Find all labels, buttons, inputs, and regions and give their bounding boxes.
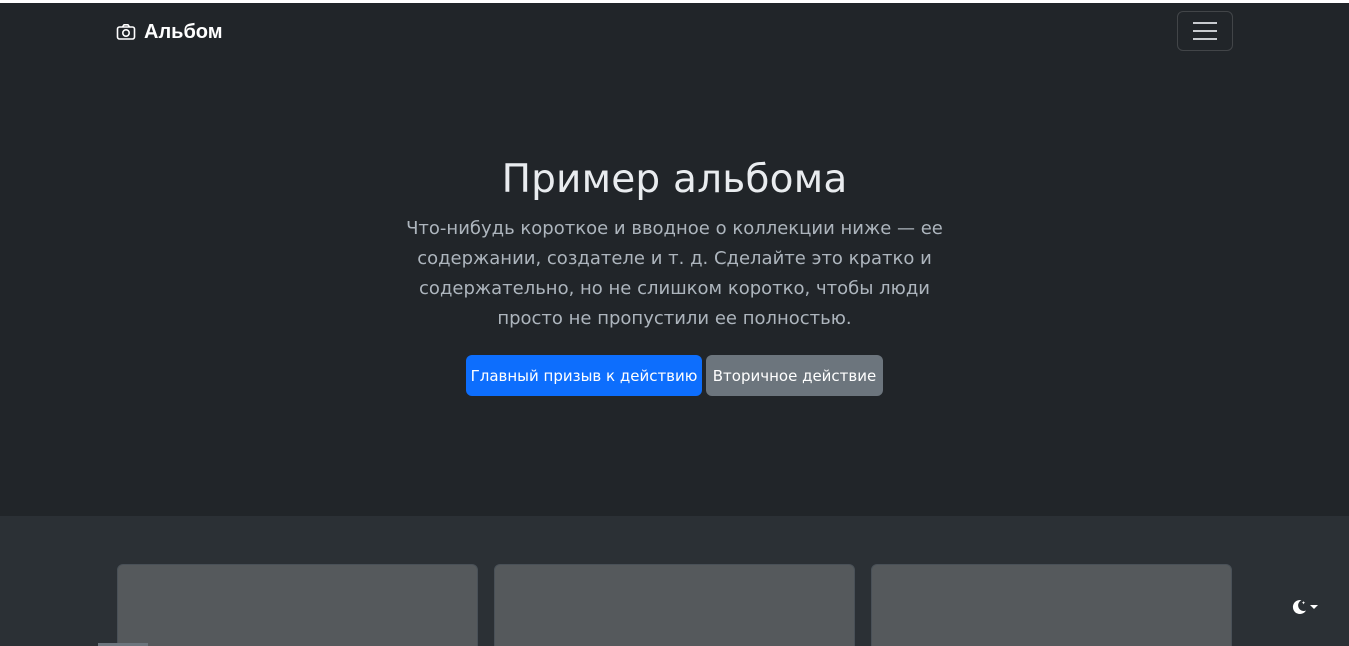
navbar-brand[interactable]: Альбом — [116, 20, 223, 44]
page: Альбом Пример альбома Что-нибудь коротко… — [0, 0, 1349, 646]
album-section — [0, 516, 1349, 646]
hero-title: Пример альбома — [501, 157, 848, 202]
secondary-action-button[interactable]: Вторичное действие — [706, 355, 883, 396]
album-card[interactable] — [117, 564, 478, 646]
chevron-down-icon — [1310, 605, 1318, 609]
brand-label: Альбом — [144, 21, 223, 43]
navbar: Альбом — [0, 3, 1349, 59]
album-card[interactable] — [871, 564, 1232, 646]
theme-toggle-button[interactable] — [1290, 596, 1324, 618]
camera-icon — [116, 24, 136, 40]
hero-section: Пример альбома Что-нибудь короткое и вво… — [0, 59, 1349, 516]
navbar-toggler-button[interactable] — [1177, 11, 1233, 51]
hero-lead-text: Что-нибудь короткое и вводное о коллекци… — [406, 218, 943, 329]
hamburger-icon — [1193, 22, 1217, 40]
moon-icon — [1292, 600, 1306, 615]
primary-action-button[interactable]: Главный призыв к действию — [466, 355, 702, 396]
album-card[interactable] — [494, 564, 855, 646]
